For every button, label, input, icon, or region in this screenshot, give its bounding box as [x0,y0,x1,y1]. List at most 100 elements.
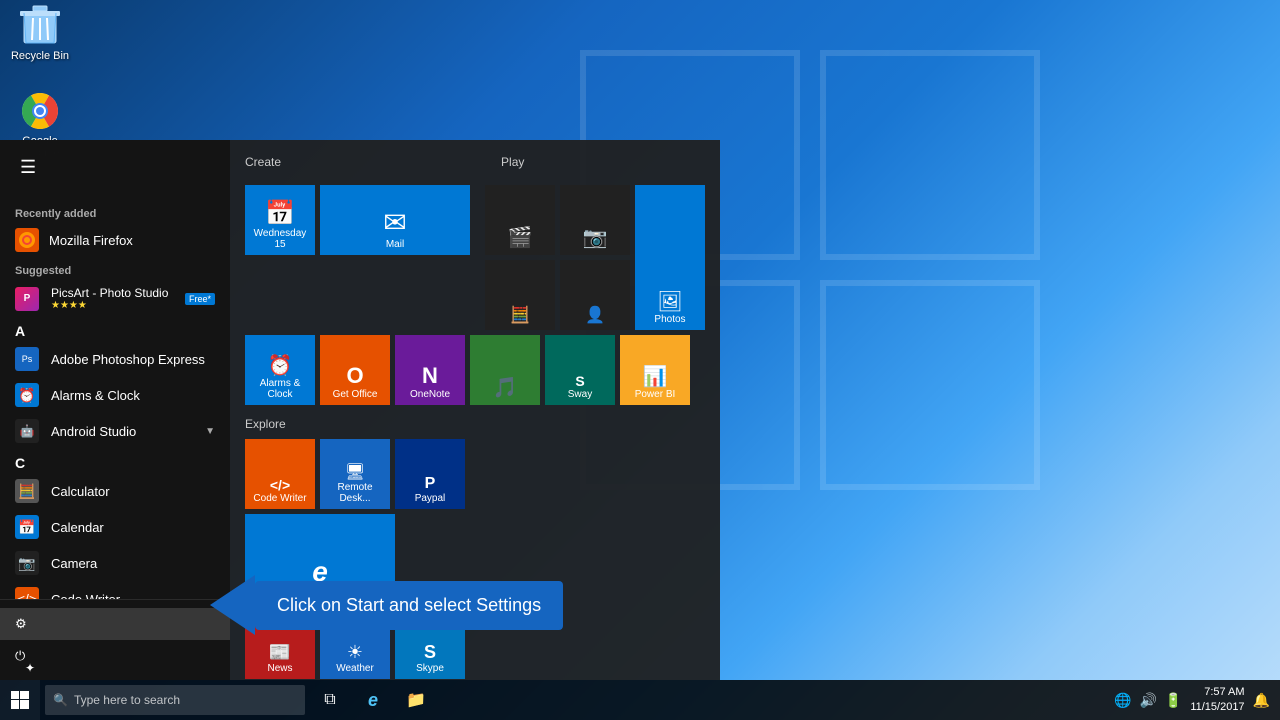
photos-tile[interactable]: 🖼 Photos [635,185,705,330]
recycle-bin-label: Recycle Bin [11,50,69,62]
code-writer-tile-icon: </> [270,477,290,493]
power-icon: ⏻ [15,648,25,664]
calendar-tile[interactable]: 📅 Wednesday 15 [245,185,315,255]
recycle-bin-image [19,5,61,47]
adobe-icon: Ps [15,347,39,371]
tooltip-text: Click on Start and select Settings [277,595,541,615]
sway-tile-label: Sway [568,389,592,400]
play-label: Play [501,155,524,169]
app-list: Recently added Mozilla Firefox Suggested [0,195,230,599]
alarms-icon: ⏰ [15,383,39,407]
onenote-icon: N [422,363,438,389]
news-label: News [267,663,292,674]
recently-added-header: Recently added [0,200,230,223]
paypal-label: Paypal [415,493,446,504]
volume-icon[interactable]: 🔊 [1139,692,1156,709]
get-office-tile[interactable]: O Get Office [320,335,390,405]
picsart-name: PicsArt - Photo Studio [51,286,168,300]
sway-icon: S [575,373,584,389]
mail-tile[interactable]: ✉ Mail [320,185,470,255]
settings-item[interactable]: ⚙ [0,608,230,640]
windows-logo-icon [11,691,29,709]
taskbar-right: 🌐 🔊 🔋 7:57 AM 11/15/2017 🔔 [1114,685,1280,716]
skype-icon: S [424,642,436,663]
camera-item[interactable]: 📷 Camera [0,545,230,581]
create-label: Create [245,155,281,169]
code-writer-tile[interactable]: </> Code Writer [245,439,315,509]
picsart-item[interactable]: P PicsArt - Photo Studio ★★★★ Free* [0,280,230,317]
suggested-header: Suggested [0,257,230,280]
explore-label: Explore [245,417,286,431]
android-icon: 🤖 [15,419,39,443]
chrome-image [19,90,61,132]
tooltip-arrow [210,575,255,635]
calculator-item[interactable]: 🧮 Calculator [0,473,230,509]
recycle-bin-icon[interactable]: Recycle Bin [5,5,75,62]
picsart-info: PicsArt - Photo Studio ★★★★ [51,286,168,311]
camera-tile-icon: 📷 [583,225,608,250]
tiles-row-3: </> Code Writer 🖥 Remote Desk... P Paypa… [245,439,705,509]
firefox-icon [15,228,39,252]
notification-icon[interactable]: 🔔 [1253,692,1270,709]
hamburger-button[interactable]: ☰ [15,152,41,183]
battery-icon[interactable]: 🔋 [1165,692,1182,709]
clock[interactable]: 7:57 AM 11/15/2017 [1190,685,1244,716]
people-tile[interactable]: 👤 [560,260,630,330]
onenote-tile-label: OneNote [410,389,450,400]
groove-tile[interactable]: 🎵 [470,335,540,405]
photos-tile-icon: 🖼 [657,289,682,314]
file-explorer-icon: 📁 [406,690,426,710]
power-bi-icon: 📊 [643,364,668,389]
file-explorer-button[interactable]: 📁 [396,680,436,720]
news-icon: 📰 [269,642,291,663]
start-button[interactable] [0,680,40,720]
camera-tile[interactable]: 📷 [560,185,630,255]
mail-tile-icon: ✉ [383,206,406,239]
paypal-tile[interactable]: P Paypal [395,439,465,509]
tooltip-box: Click on Start and select Settings [255,581,563,630]
code-writer-item[interactable]: </> Code Writer [0,581,230,599]
taskbar-middle: ⧉ e 📁 [310,680,436,720]
date-display: 11/15/2017 [1190,700,1244,715]
movies-tile[interactable]: 🎬 [485,185,555,255]
task-view-icon: ⧉ [324,691,335,709]
sway-tile[interactable]: S Sway [545,335,615,405]
alarms-tile-icon: ⏰ [268,353,293,378]
calc-tile-icon: 🧮 [510,305,530,325]
alpha-a: A [0,317,230,341]
office-tile-icon: O [346,363,363,389]
power-bi-tile[interactable]: 📊 Power BI [620,335,690,405]
movies-icon: 🎬 [508,225,533,250]
task-view-button[interactable]: ⧉ [310,680,350,720]
network-icon[interactable]: 🌐 [1114,692,1131,709]
firefox-item[interactable]: Mozilla Firefox [0,223,230,257]
edge-taskbar-button[interactable]: e [353,680,393,720]
calendar-tile-icon: 📅 [265,199,295,228]
get-office-tile-label: Get Office [333,389,378,400]
search-icon: 🔍 [53,693,68,707]
start-menu-left-panel: ☰ Recently added Mozilla Firefox [0,140,230,680]
code-writer-icon: </> [15,587,39,599]
android-studio-item[interactable]: 🤖 Android Studio ▼ [0,413,230,449]
search-bar[interactable]: 🔍 [45,685,305,715]
camera-icon: 📷 [15,551,39,575]
alarms-tile-label: Alarms & Clock [250,378,310,400]
code-writer-tile-label: Code Writer [253,493,306,504]
alarms-label: Alarms & Clock [51,388,140,403]
tiles-row-1: 📅 Wednesday 15 ✉ Mail 🎬 📷 [245,185,705,330]
paypal-icon: P [425,475,436,493]
alarms-tile[interactable]: ⏰ Alarms & Clock [245,335,315,405]
firefox-label: Mozilla Firefox [49,233,133,248]
alarms-item[interactable]: ⏰ Alarms & Clock [0,377,230,413]
weather-icon: ☀ [347,642,363,663]
photos-tile-label: Photos [654,314,685,325]
calc-tile[interactable]: 🧮 [485,260,555,330]
remote-desktop-tile[interactable]: 🖥 Remote Desk... [320,439,390,509]
android-label: Android Studio [51,424,136,439]
power-bi-label: Power BI [635,389,676,400]
adobe-photoshop-item[interactable]: Ps Adobe Photoshop Express [0,341,230,377]
calendar-item[interactable]: 📅 Calendar [0,509,230,545]
onenote-tile[interactable]: N OneNote [395,335,465,405]
picsart-stars: ★★★★ [51,300,168,311]
search-input[interactable] [74,693,274,707]
